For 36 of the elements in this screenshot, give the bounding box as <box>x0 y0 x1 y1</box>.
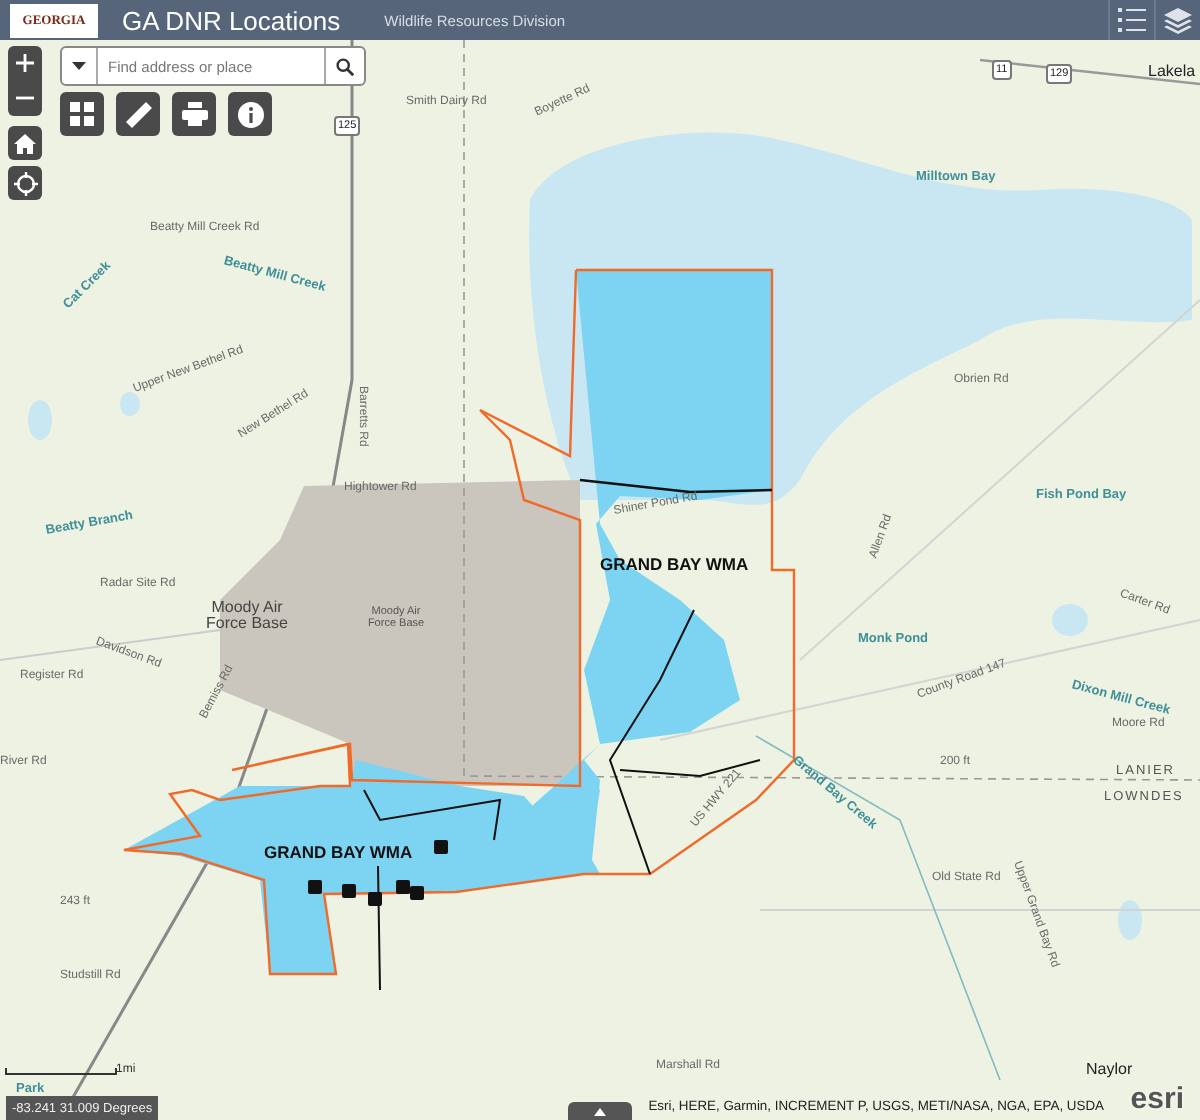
map-marker-icon[interactable] <box>342 884 356 898</box>
place-label: Naylor <box>1086 1060 1133 1078</box>
caret-up-icon <box>594 1107 606 1115</box>
pond-area <box>28 400 52 440</box>
map-marker-icon[interactable] <box>368 892 382 906</box>
app-title: GA DNR Locations <box>122 5 341 35</box>
print-button[interactable] <box>172 92 216 136</box>
pond-area <box>120 392 140 416</box>
printer-icon <box>181 102 207 126</box>
expand-panel-button[interactable] <box>568 1102 632 1120</box>
grid-icon <box>70 102 94 126</box>
area-label: Moody Air Force Base <box>204 600 290 632</box>
ruler-icon <box>125 101 151 127</box>
home-icon <box>14 133 36 153</box>
info-icon <box>237 101 263 127</box>
esri-logo: esri <box>1130 1082 1184 1116</box>
locate-button[interactable] <box>8 166 42 200</box>
place-label: Lakela <box>1148 62 1196 80</box>
measure-button[interactable] <box>116 92 160 136</box>
map-marker-icon[interactable] <box>410 886 424 900</box>
zoom-in-button[interactable] <box>8 46 42 80</box>
zoom-out-button[interactable] <box>8 80 42 116</box>
info-button[interactable] <box>228 92 272 136</box>
map-marker-icon[interactable] <box>308 880 322 894</box>
scale-bar-icon <box>5 1067 117 1075</box>
crosshair-icon <box>13 171 37 195</box>
map-marker-icon[interactable] <box>396 880 410 894</box>
pond-area <box>1052 604 1088 636</box>
pond-area <box>1118 900 1142 940</box>
area-label: GRAND BAY WMA <box>600 554 749 574</box>
minus-icon <box>16 96 34 100</box>
home-button[interactable] <box>8 126 42 160</box>
plus-icon <box>16 54 34 72</box>
area-label: GRAND BAY WMA <box>264 842 413 862</box>
map-marker-icon[interactable] <box>434 840 448 854</box>
basemap-gallery-button[interactable] <box>60 92 104 136</box>
